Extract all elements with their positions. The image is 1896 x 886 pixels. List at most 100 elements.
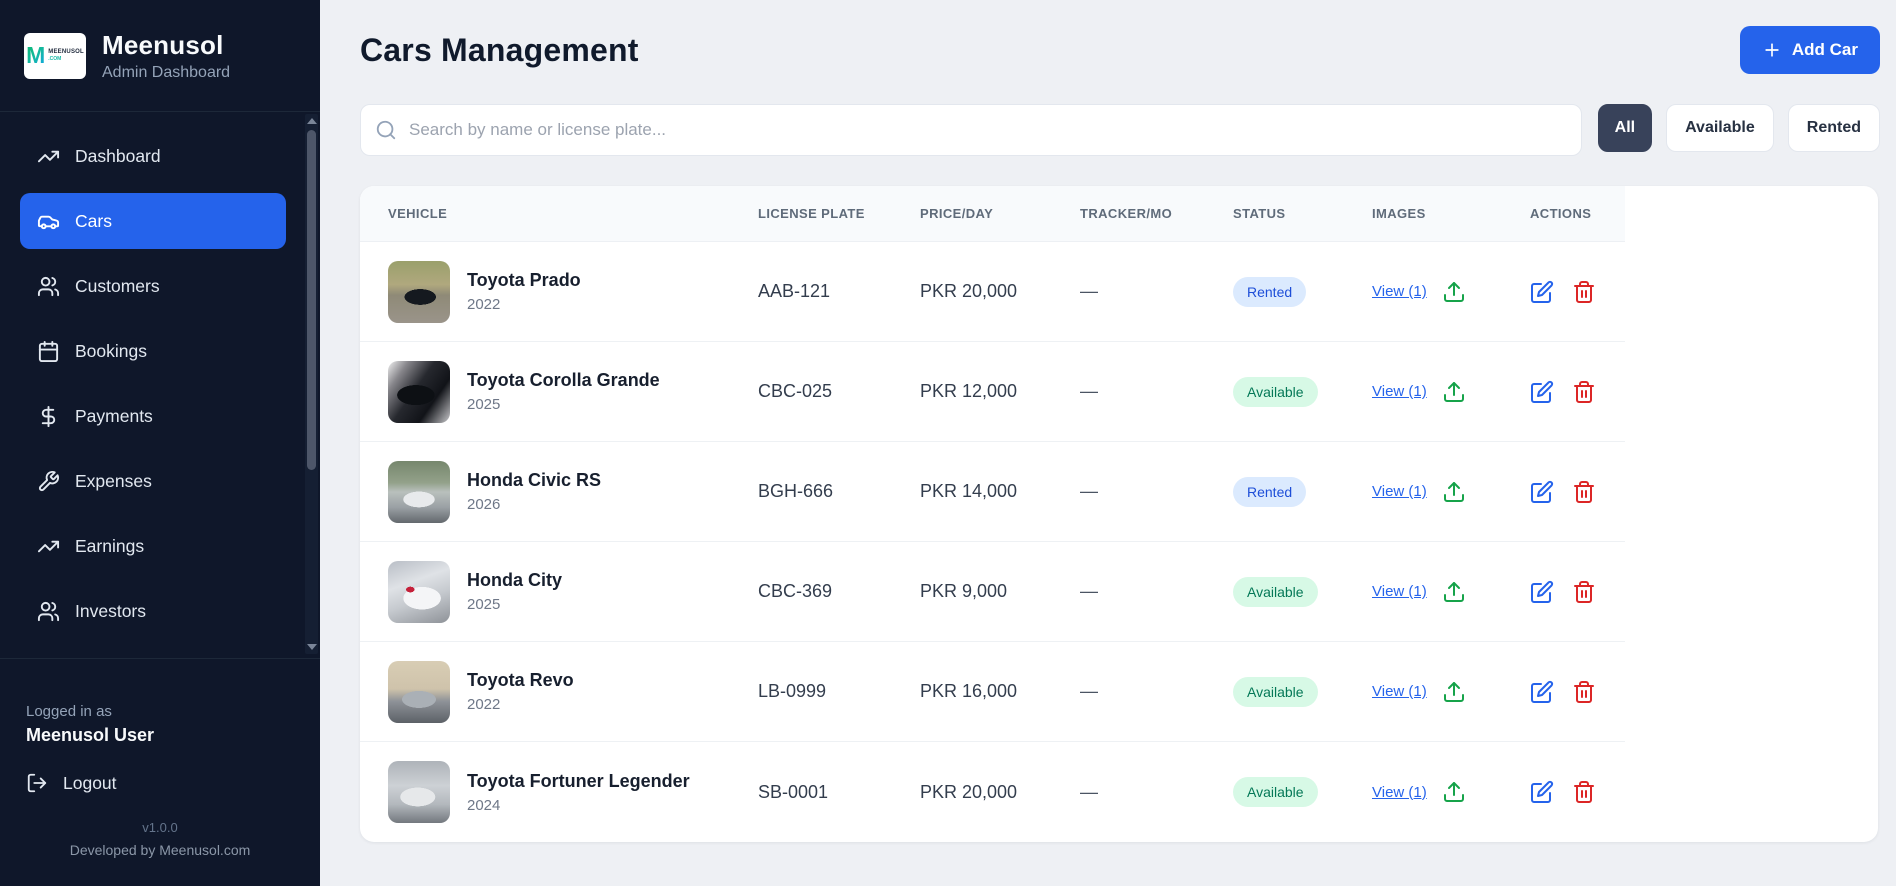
status-badge: Rented [1233,276,1307,307]
add-car-button[interactable]: Add Car [1739,26,1880,74]
scroll-down-arrow-icon[interactable] [306,644,317,650]
status-badge: Available [1233,576,1318,607]
user-name: Meenusol User [26,725,155,745]
tracker-cell: — [1080,581,1098,601]
logo-mark: M [26,42,46,68]
view-images-link[interactable]: View (1) [1372,583,1427,600]
brand-text: Meenusol Admin Dashboard [102,30,230,82]
delete-icon[interactable] [1572,780,1596,804]
view-images-link[interactable]: View (1) [1372,784,1427,801]
view-images-link[interactable]: View (1) [1372,483,1427,500]
edit-icon[interactable] [1530,480,1554,504]
upload-icon[interactable] [1442,480,1466,504]
edit-icon[interactable] [1530,280,1554,304]
delete-icon[interactable] [1572,380,1596,404]
sidebar-item-expenses[interactable]: Expenses [20,453,286,509]
status-badge: Available [1233,777,1318,807]
table-row: Toyota Prado 2022 AAB-121 PKR 20,000 — R… [360,242,1625,342]
delete-icon[interactable] [1572,580,1596,604]
price-per-day-cell: PKR 16,000 [920,681,1018,701]
edit-icon[interactable] [1530,680,1554,704]
sidebar-scrollbar[interactable] [305,114,318,654]
upload-icon[interactable] [1442,780,1466,804]
sidebar-item-investors[interactable]: Investors [20,583,286,639]
column-header-license-plate: LICENSE PLATE [758,206,865,221]
view-images-link[interactable]: View (1) [1372,683,1427,700]
sidebar-item-customers[interactable]: Customers [20,258,286,314]
page-title: Cars Management [360,31,639,68]
vehicle-cell: Honda City 2025 [360,560,758,623]
vehicle-thumbnail [388,761,450,823]
sidebar: M MEENUSOL .COM Meenusol Admin Dashboard… [0,0,320,886]
delete-icon[interactable] [1572,480,1596,504]
upload-icon[interactable] [1442,280,1466,304]
filter-label: Available [1685,119,1755,136]
sidebar-item-cars[interactable]: Cars [20,193,286,249]
sidebar-item-label: Expenses [75,470,152,491]
column-header-price-day: PRICE/DAY [920,206,994,221]
column-header-status: STATUS [1233,206,1286,221]
trending-up-icon [37,145,60,168]
filter-all-button[interactable]: All [1597,104,1653,152]
upload-icon[interactable] [1442,380,1466,404]
scrollbar-track[interactable] [305,128,318,644]
sidebar-item-label: Payments [75,405,153,426]
add-car-label: Add Car [1791,40,1858,59]
sidebar-item-bookings[interactable]: Bookings [20,323,286,379]
logout-label: Logout [63,772,117,793]
upload-icon[interactable] [1442,680,1466,704]
vehicle-name: Honda City [467,570,563,590]
main-content: Cars Management Add Car All Available Re… [320,0,1896,886]
table-row: Toyota Fortuner Legender 2024 SB-0001 PK… [360,742,1625,842]
price-per-day-cell: PKR 9,000 [920,581,1008,601]
search-box [360,104,1582,156]
price-per-day-cell: PKR 12,000 [920,381,1018,401]
sidebar-item-dashboard[interactable]: Dashboard [20,128,286,184]
search-input[interactable] [360,104,1582,156]
status-badge: Rented [1233,476,1307,507]
vehicle-thumbnail [388,260,450,323]
scroll-up-arrow-icon[interactable] [306,118,317,124]
vehicle-cell: Honda Civic RS 2026 [360,460,758,523]
edit-icon[interactable] [1530,780,1554,804]
delete-icon[interactable] [1572,280,1596,304]
edit-icon[interactable] [1530,580,1554,604]
view-images-link[interactable]: View (1) [1372,283,1427,300]
sidebar-item-label: Customers [75,275,160,296]
scrollbar-thumb[interactable] [307,130,316,470]
trending-up-icon [37,535,60,558]
status-badge: Available [1233,676,1318,707]
table-row: Honda Civic RS 2026 BGH-666 PKR 14,000 —… [360,442,1625,542]
filter-available-button[interactable]: Available [1666,104,1774,152]
logout-button[interactable]: Logout [26,772,294,794]
edit-icon[interactable] [1530,380,1554,404]
vehicle-thumbnail [388,560,450,623]
developed-by: Developed by Meenusol.com [69,842,251,858]
table-header-row: VEHICLE LICENSE PLATE PRICE/DAY TRACKER/MO S… [360,186,1625,242]
vehicle-year: 2022 [467,696,501,713]
tracker-cell: — [1080,281,1098,301]
vehicle-year: 2022 [467,296,501,313]
sidebar-item-payments[interactable]: Payments [20,388,286,444]
app-root: M MEENUSOL .COM Meenusol Admin Dashboard… [0,0,1896,886]
vehicle-year: 2025 [467,396,501,413]
sidebar-header: M MEENUSOL .COM Meenusol Admin Dashboard [0,0,320,112]
license-plate-cell: CBC-369 [758,581,833,601]
view-images-link[interactable]: View (1) [1372,383,1427,400]
filter-rented-button[interactable]: Rented [1787,104,1880,152]
vehicle-cell: Toyota Prado 2022 [360,260,758,323]
sidebar-item-label: Cars [75,210,112,231]
column-header-vehicle: VEHICLE [388,206,448,221]
license-plate-cell: AAB-121 [758,281,831,301]
upload-icon[interactable] [1442,580,1466,604]
sidebar-nav: Dashboard Cars Customers Bookings Paymen… [0,112,320,658]
brand-logo: M MEENUSOL .COM [24,32,86,79]
wrench-icon [37,470,60,493]
column-header-images: IMAGES [1372,206,1426,221]
vehicle-thumbnail [388,360,450,423]
filter-label: All [1614,119,1636,136]
vehicle-year: 2025 [467,596,501,613]
delete-icon[interactable] [1572,680,1596,704]
sidebar-item-earnings[interactable]: Earnings [20,518,286,574]
tracker-cell: — [1080,481,1098,501]
